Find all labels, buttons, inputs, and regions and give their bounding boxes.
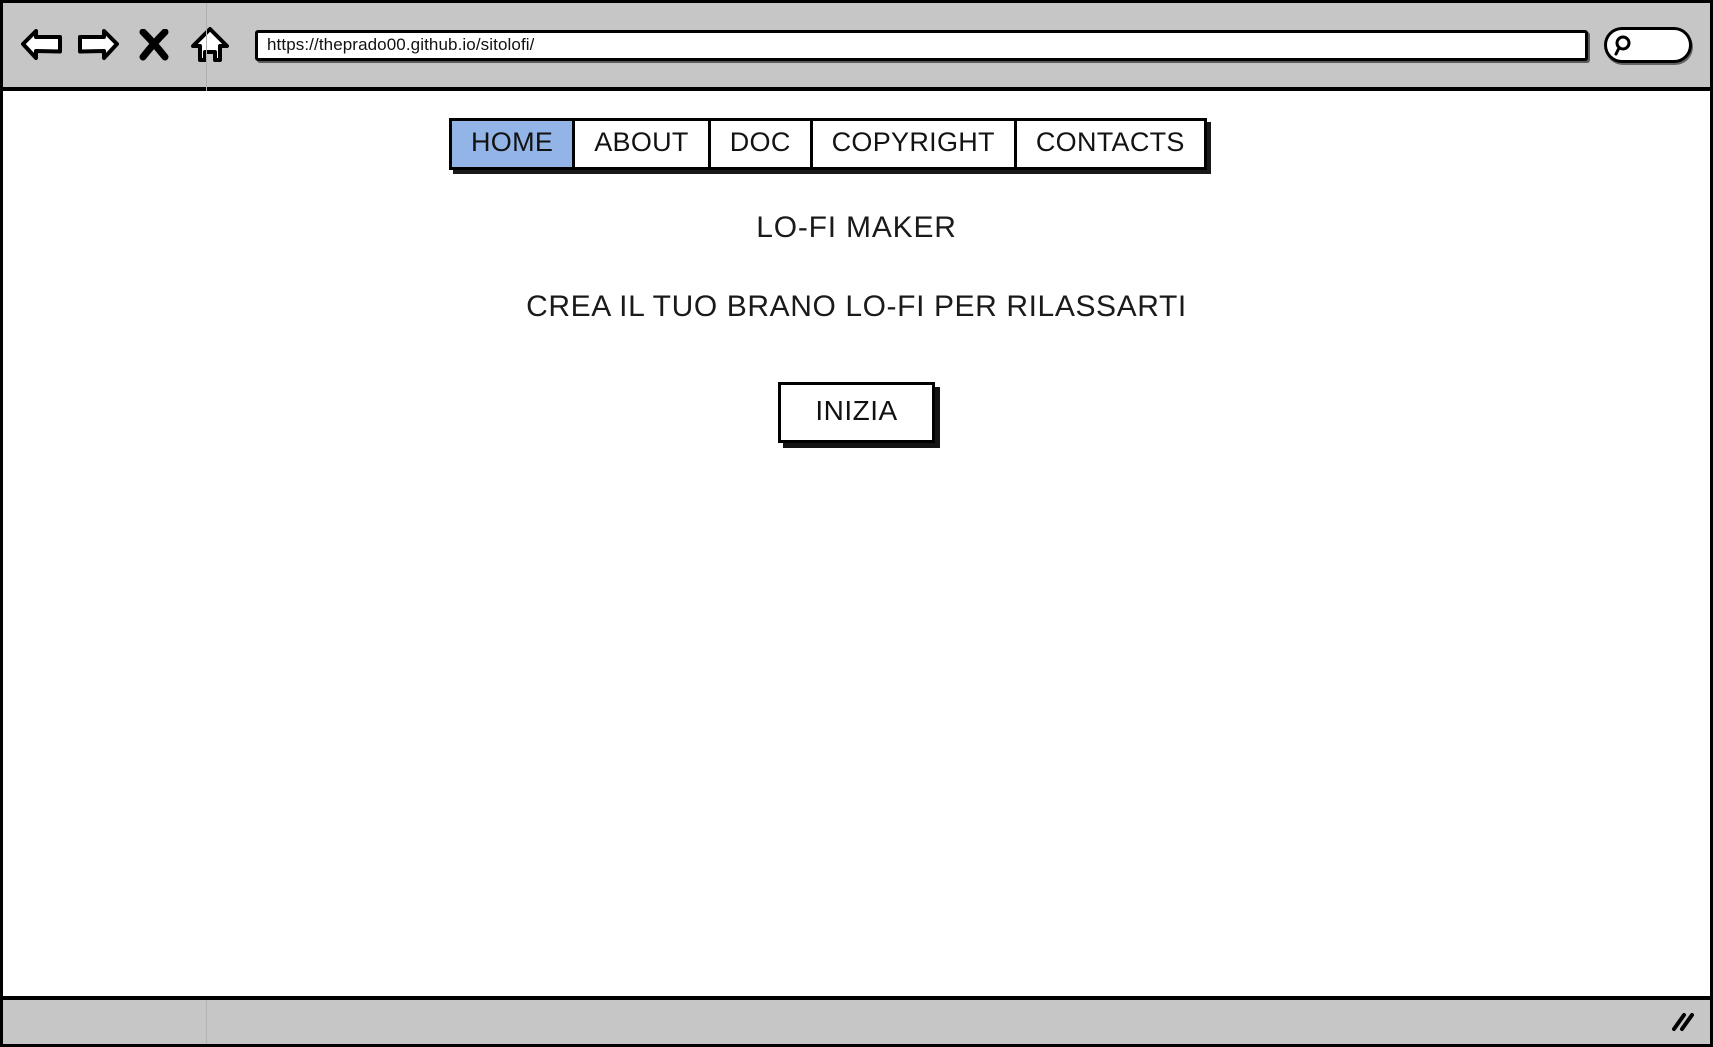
- back-arrow-icon[interactable]: [19, 22, 65, 68]
- nav-item-copyright[interactable]: COPYRIGHT: [812, 121, 1017, 168]
- nav-item-doc[interactable]: DOC: [710, 121, 813, 168]
- nav-item-doc-label: DOC: [729, 127, 791, 157]
- nav-item-contacts-label: CONTACTS: [1035, 127, 1185, 157]
- resize-grip-icon[interactable]: [1664, 1007, 1698, 1037]
- nav-item-copyright-label: COPYRIGHT: [831, 127, 995, 157]
- cta-row: INIZIA: [3, 382, 1710, 443]
- start-button[interactable]: INIZIA: [778, 382, 935, 443]
- stop-x-icon[interactable]: [131, 22, 177, 68]
- site-nav-menu: HOME ABOUT DOC COPYRIGHT CONTACTS: [449, 118, 1207, 171]
- nav-item-home-label: HOME: [471, 127, 554, 157]
- nav-item-about-label: ABOUT: [594, 127, 689, 157]
- forward-arrow-icon[interactable]: [75, 22, 121, 68]
- search-container: [1604, 27, 1710, 63]
- magnifier-icon: [1614, 35, 1631, 56]
- page-title: LO-FI MAKER: [756, 211, 957, 244]
- browser-nav-buttons: [3, 22, 233, 68]
- page-subtitle: CREA IL TUO BRANO LO-FI PER RILASSARTI: [526, 290, 1187, 323]
- hero-section: LO-FI MAKER CREA IL TUO BRANO LO-FI PER …: [3, 211, 1710, 443]
- toolbar-divider: [206, 3, 207, 91]
- nav-item-about[interactable]: ABOUT: [575, 121, 711, 168]
- url-bar-container: https://theprado00.github.io/sitolofi/: [233, 29, 1604, 61]
- page-viewport: HOME ABOUT DOC COPYRIGHT CONTACTS LO-FI …: [3, 91, 1710, 1000]
- browser-toolbar: https://theprado00.github.io/sitolofi/: [3, 3, 1710, 91]
- browser-window: https://theprado00.github.io/sitolofi/ H…: [0, 0, 1713, 1047]
- url-text: https://theprado00.github.io/sitolofi/: [267, 35, 535, 54]
- home-house-icon[interactable]: [187, 22, 233, 68]
- nav-item-contacts[interactable]: CONTACTS: [1016, 121, 1204, 168]
- search-input[interactable]: [1604, 27, 1692, 63]
- browser-statusbar: [3, 1000, 1710, 1044]
- statusbar-divider: [206, 1000, 207, 1044]
- nav-item-home[interactable]: HOME: [452, 121, 576, 168]
- url-bar[interactable]: https://theprado00.github.io/sitolofi/: [255, 29, 1588, 61]
